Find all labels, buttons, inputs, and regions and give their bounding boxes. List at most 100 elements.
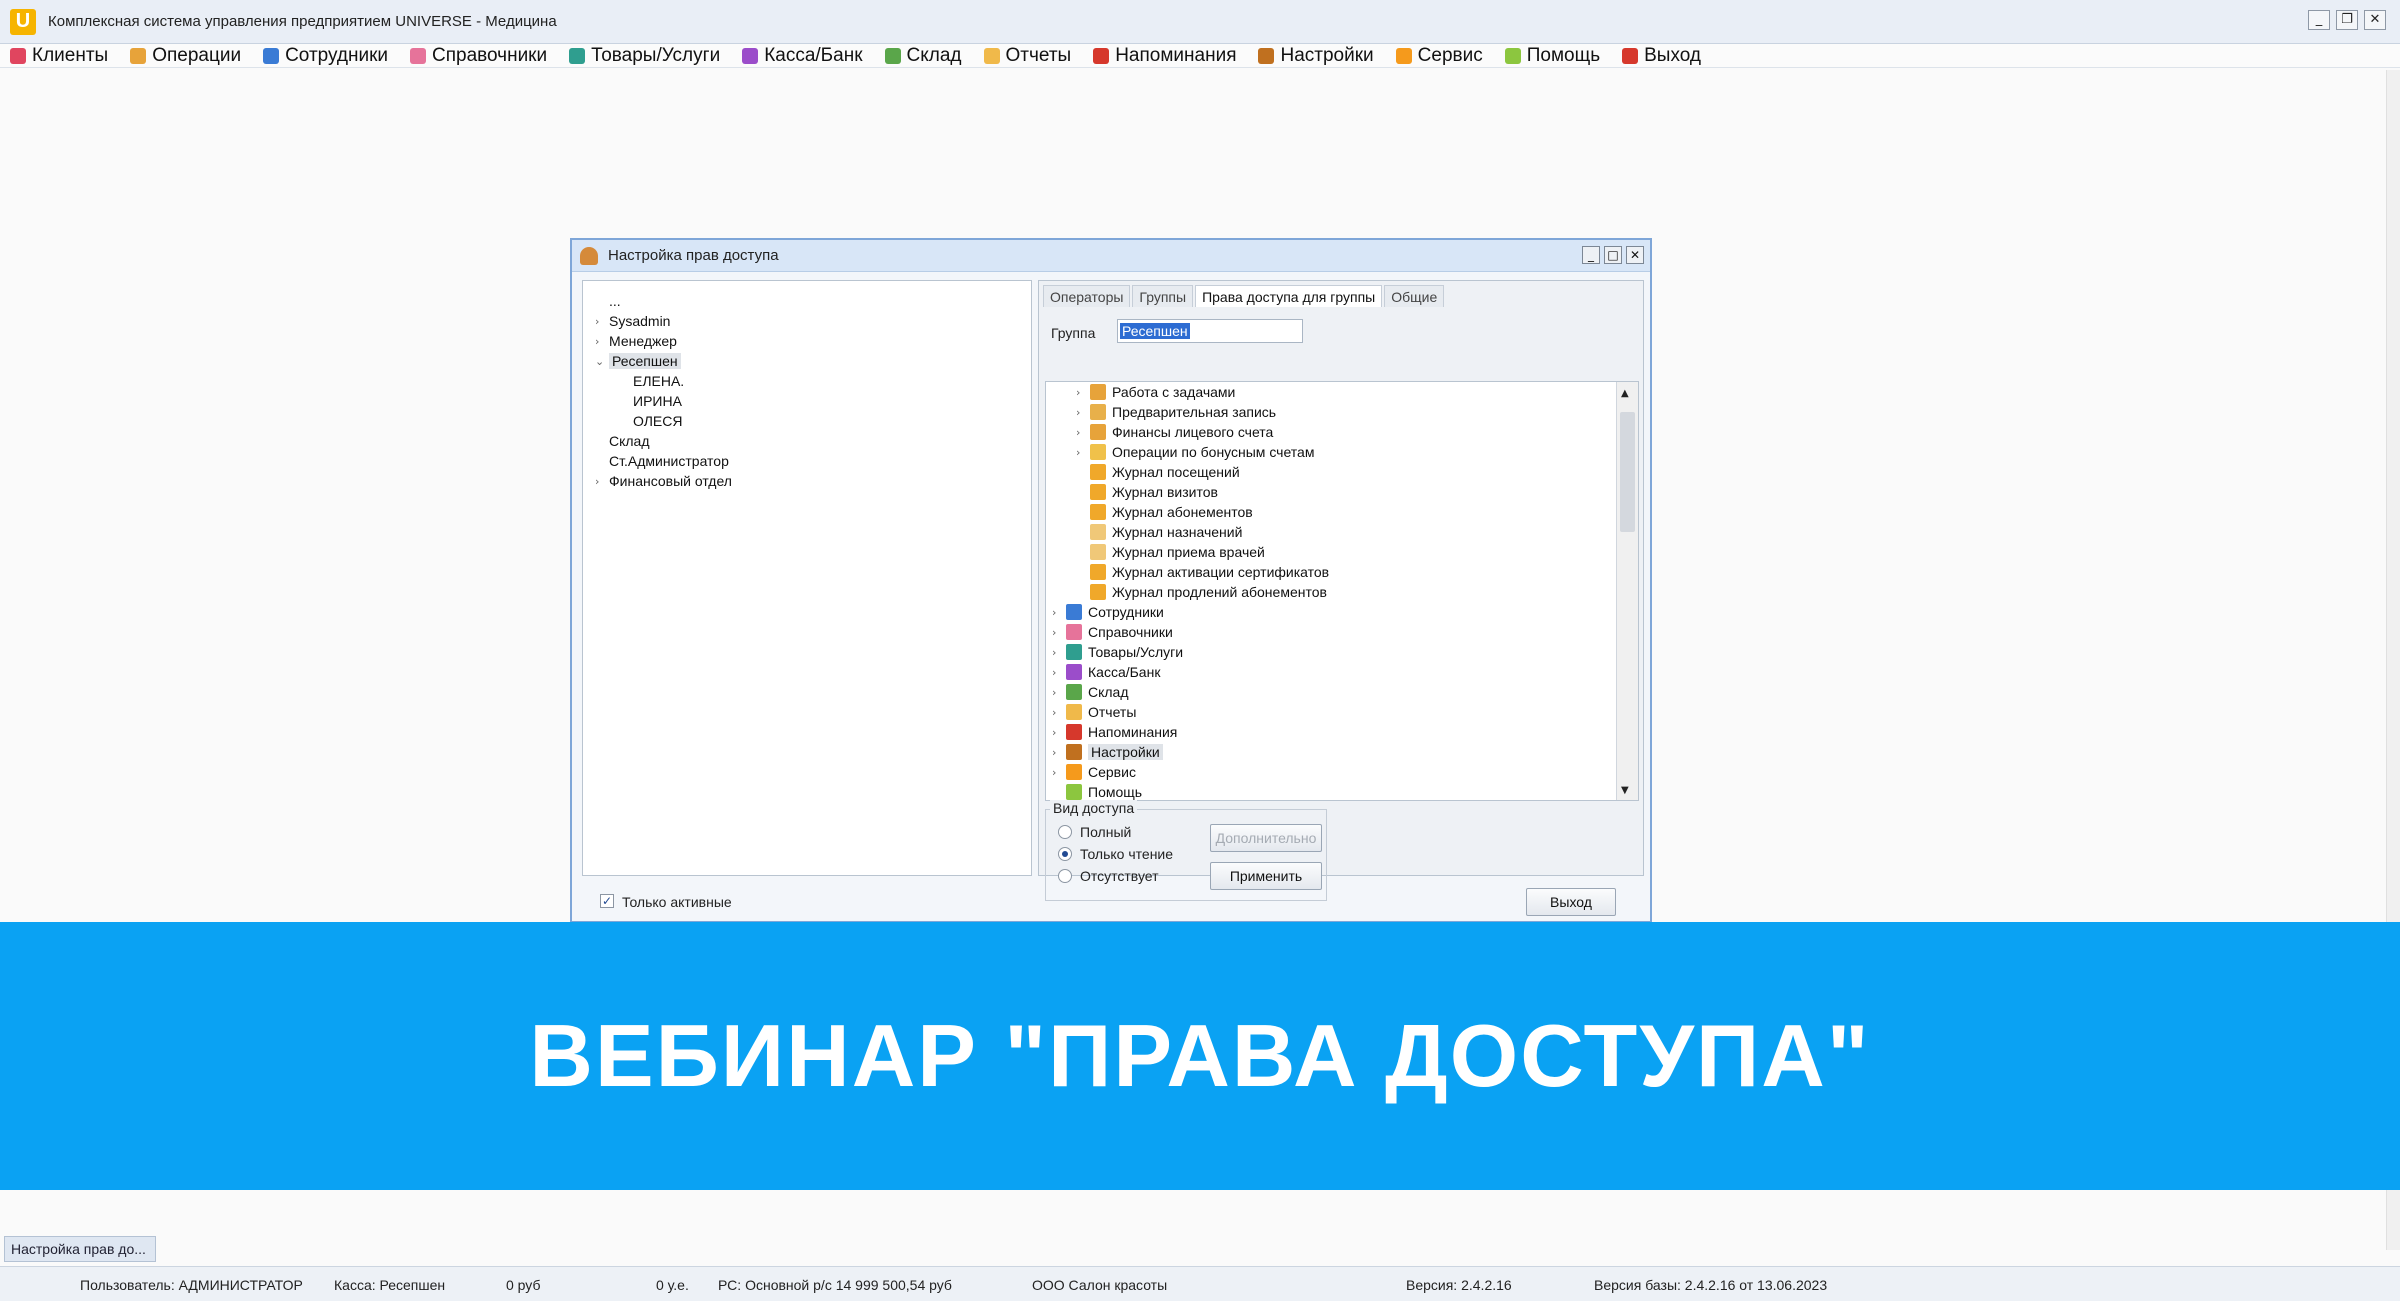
radio-read-only-indicator[interactable] xyxy=(1058,847,1072,861)
tab-0[interactable]: Операторы xyxy=(1043,285,1131,307)
expand-arrow-icon[interactable]: › xyxy=(1052,766,1066,779)
expand-arrow-icon[interactable]: › xyxy=(1076,446,1090,459)
permission-item[interactable]: Журнал посещений xyxy=(1076,464,1240,480)
scroll-up-icon[interactable]: ▲ xyxy=(1621,388,1629,399)
groups-tree[interactable]: ... › Sysadmin › Менеджер ⌄ Ресепшен ЕЛЕНА. ИРИН… xyxy=(582,280,1032,876)
more-button[interactable]: Дополнительно xyxy=(1210,824,1322,852)
only-active-checkbox[interactable]: ✓ xyxy=(600,894,614,908)
menu-item-0[interactable]: Клиенты xyxy=(10,45,108,67)
minimized-window-tab[interactable]: Настройка прав до... xyxy=(4,1236,156,1262)
permission-item[interactable]: › Склад xyxy=(1052,684,1129,700)
group-tree-item[interactable]: Склад xyxy=(595,433,650,449)
menu-icon xyxy=(1622,47,1639,64)
permissions-tree[interactable]: ▲ ▼ › Работа с задачами › Предварительная з… xyxy=(1045,381,1639,801)
permission-item[interactable]: › Сотрудники xyxy=(1052,604,1164,620)
group-tree-item[interactable]: ... xyxy=(595,293,621,309)
permission-item[interactable]: › Настройки xyxy=(1052,744,1163,760)
permission-icon xyxy=(1066,704,1082,720)
status-bar: Пользователь: АДМИНИСТРАТОР Касса: Ресеп… xyxy=(0,1266,2400,1301)
permission-item[interactable]: › Товары/Услуги xyxy=(1052,644,1183,660)
scroll-thumb[interactable] xyxy=(1620,412,1635,532)
group-tree-item[interactable]: Ст.Администратор xyxy=(595,453,729,469)
menu-item-1[interactable]: Операции xyxy=(130,45,241,67)
group-tree-item[interactable]: ИРИНА xyxy=(619,393,682,409)
scroll-down-icon[interactable]: ▼ xyxy=(1621,785,1629,796)
expand-arrow-icon[interactable]: › xyxy=(595,335,609,348)
dialog-minimize-button[interactable]: _ xyxy=(1582,246,1600,264)
close-button[interactable]: ✕ xyxy=(2364,10,2386,30)
expand-arrow-icon[interactable]: ⌄ xyxy=(595,355,609,368)
tab-2[interactable]: Права доступа для группы xyxy=(1195,285,1383,307)
expand-arrow-icon[interactable]: › xyxy=(595,315,609,328)
expand-arrow-icon[interactable]: › xyxy=(1052,666,1066,679)
minimize-button[interactable]: _ xyxy=(2308,10,2330,30)
menu-item-7[interactable]: Отчеты xyxy=(983,44,1072,67)
group-tree-item[interactable]: ЕЛЕНА. xyxy=(619,373,684,389)
group-field[interactable]: Ресепшен xyxy=(1117,319,1303,343)
permission-item[interactable]: Журнал приема врачей xyxy=(1076,544,1265,560)
menu-item-6[interactable]: Склад xyxy=(884,44,962,67)
menu-item-label: Сервис xyxy=(1417,44,1483,66)
permission-item[interactable]: Журнал продлений абонементов xyxy=(1076,584,1327,600)
expand-arrow-icon[interactable]: › xyxy=(595,475,609,488)
permission-item[interactable]: Журнал назначений xyxy=(1076,524,1242,540)
menu-item-11[interactable]: Помощь xyxy=(1504,45,1600,67)
permission-label: Сервис xyxy=(1088,764,1136,780)
group-tree-item[interactable]: ОЛЕСЯ xyxy=(619,413,682,429)
menu-item-12[interactable]: Выход xyxy=(1622,45,1701,67)
exit-button[interactable]: Выход xyxy=(1526,888,1616,916)
tab-3[interactable]: Общие xyxy=(1384,285,1445,307)
menu-item-5[interactable]: Касса/Банк xyxy=(742,45,863,67)
expand-arrow-icon[interactable]: › xyxy=(1052,746,1066,759)
permissions-scrollbar[interactable]: ▲ ▼ xyxy=(1616,382,1638,800)
dialog-close-button[interactable]: ✕ xyxy=(1626,246,1644,264)
expand-arrow-icon[interactable]: › xyxy=(1076,406,1090,419)
dialog-maximize-button[interactable]: □ xyxy=(1604,246,1622,264)
permission-label: Отчеты xyxy=(1088,704,1137,720)
menu-item-10[interactable]: Сервис xyxy=(1395,44,1483,67)
permission-label: Настройки xyxy=(1088,744,1163,760)
tab-1[interactable]: Группы xyxy=(1132,285,1194,307)
group-tree-item[interactable]: › Sysadmin xyxy=(595,313,670,329)
permission-item[interactable]: › Отчеты xyxy=(1052,704,1136,720)
menu-item-8[interactable]: Напоминания xyxy=(1093,45,1236,67)
expand-arrow-icon[interactable]: › xyxy=(1052,626,1066,639)
group-tree-item[interactable]: › Менеджер xyxy=(595,333,677,349)
permission-label: Журнал приема врачей xyxy=(1112,544,1265,560)
permission-item[interactable]: › Сервис xyxy=(1052,764,1136,780)
permission-item[interactable]: Журнал активации сертификатов xyxy=(1076,564,1329,580)
menu-item-9[interactable]: Настройки xyxy=(1258,45,1374,67)
permission-item[interactable]: Журнал визитов xyxy=(1076,484,1218,500)
menu-item-label: Склад xyxy=(906,44,962,66)
group-tree-item[interactable]: › Финансовый отдел xyxy=(595,473,732,489)
permission-item[interactable]: › Финансы лицевого счета xyxy=(1076,424,1273,440)
permission-item[interactable]: Помощь xyxy=(1052,784,1142,800)
permission-item[interactable]: › Справочники xyxy=(1052,624,1173,640)
radio-full-indicator[interactable] xyxy=(1058,825,1072,839)
expand-arrow-icon[interactable]: › xyxy=(1052,646,1066,659)
permission-item[interactable]: › Работа с задачами xyxy=(1076,384,1235,400)
permission-item[interactable]: › Касса/Банк xyxy=(1052,664,1160,680)
app-logo: U xyxy=(10,8,36,35)
permission-label: Касса/Банк xyxy=(1088,664,1161,680)
menu-item-label: Отчеты xyxy=(1005,44,1072,66)
permission-item[interactable]: › Напоминания xyxy=(1052,724,1177,740)
expand-arrow-icon[interactable]: › xyxy=(1076,386,1090,399)
permission-item[interactable]: › Предварительная запись xyxy=(1076,404,1276,420)
restore-button[interactable]: ❐ xyxy=(2336,10,2358,30)
radio-none-indicator[interactable] xyxy=(1058,869,1072,883)
radio-full[interactable]: Полный xyxy=(1058,824,1131,840)
radio-read-only[interactable]: Только чтение xyxy=(1058,846,1173,862)
menu-item-2[interactable]: Сотрудники xyxy=(263,45,388,67)
permission-item[interactable]: Журнал абонементов xyxy=(1076,504,1253,520)
expand-arrow-icon[interactable]: › xyxy=(1052,726,1066,739)
group-tree-item[interactable]: ⌄ Ресепшен xyxy=(595,353,681,369)
expand-arrow-icon[interactable]: › xyxy=(1052,606,1066,619)
menu-item-4[interactable]: Товары/Услуги xyxy=(569,45,720,67)
permission-item[interactable]: › Операции по бонусным счетам xyxy=(1076,444,1314,460)
expand-arrow-icon[interactable]: › xyxy=(1076,426,1090,439)
expand-arrow-icon[interactable]: › xyxy=(1052,686,1066,699)
menu-item-3[interactable]: Справочники xyxy=(410,45,547,67)
dialog-titlebar[interactable]: Настройка прав доступа _ □ ✕ xyxy=(572,240,1650,272)
expand-arrow-icon[interactable]: › xyxy=(1052,706,1066,719)
